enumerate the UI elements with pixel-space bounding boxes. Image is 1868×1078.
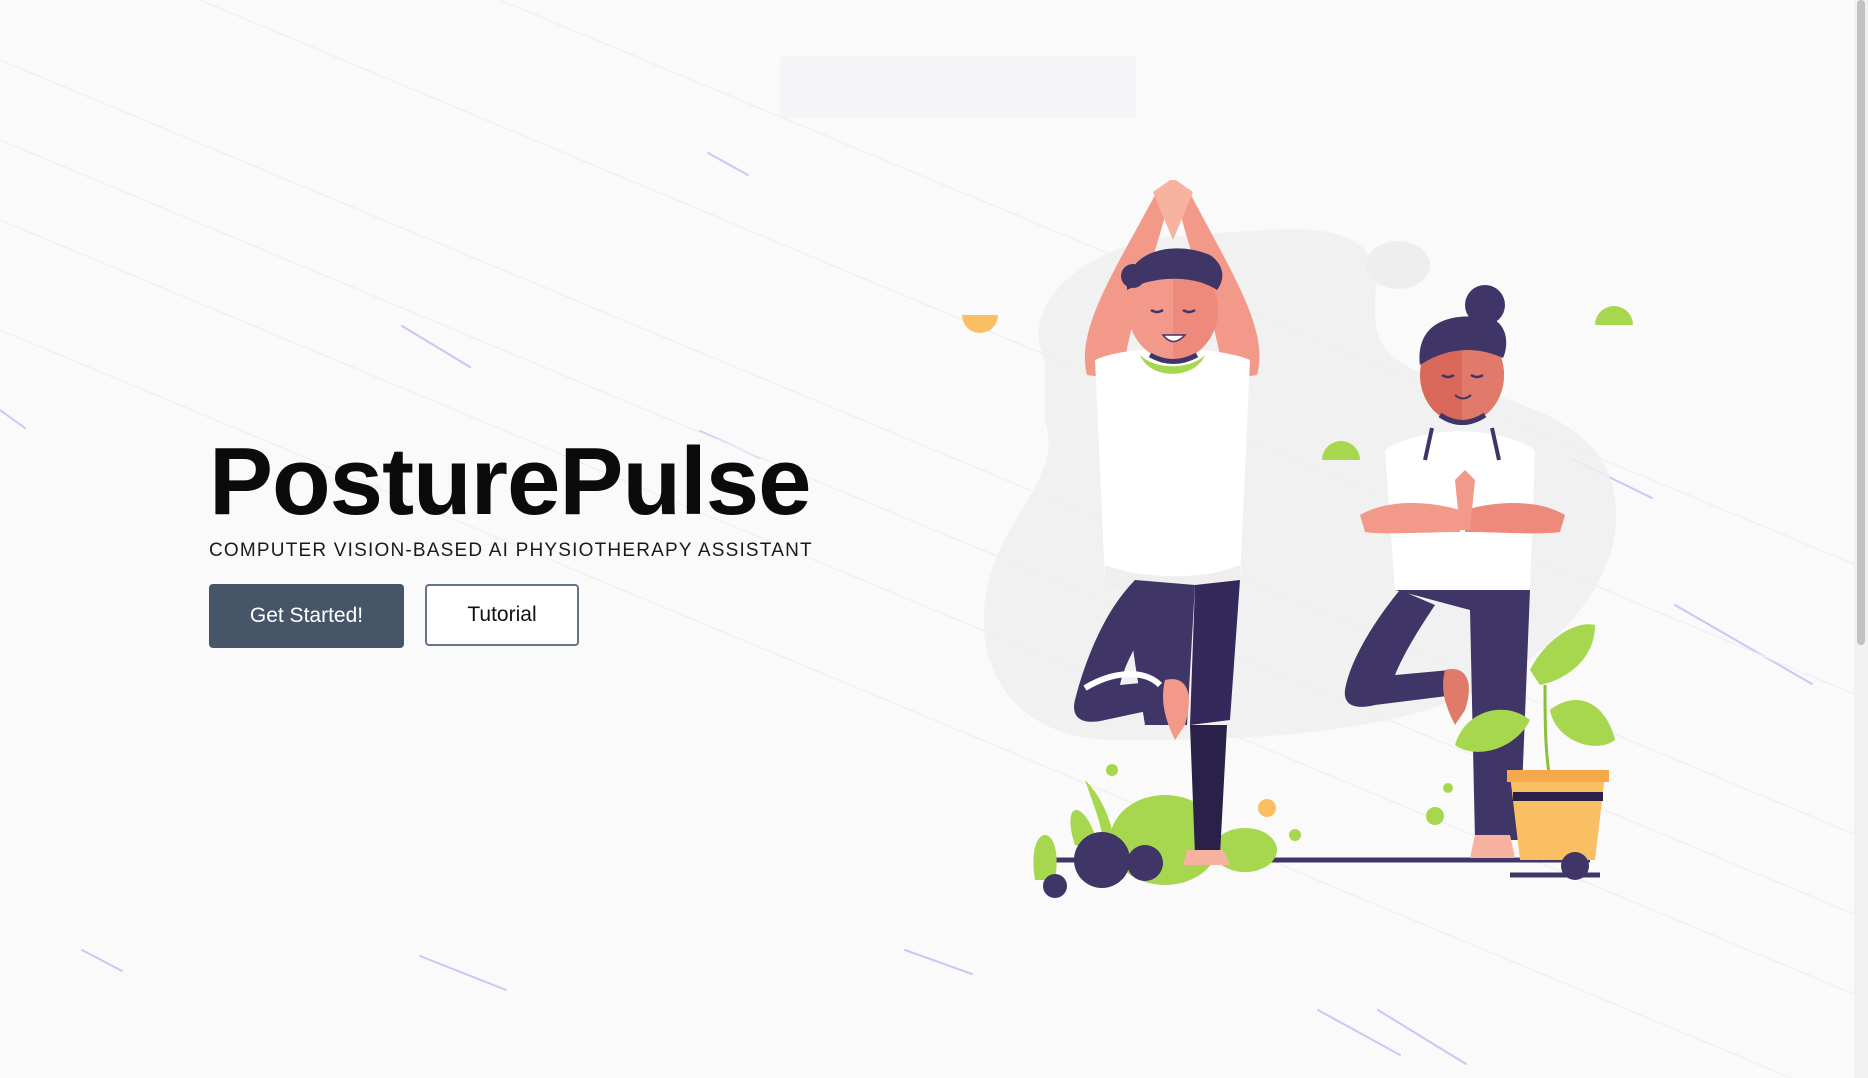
page-subtitle: COMPUTER VISION-BASED AI PHYSIOTHERAPY A… bbox=[209, 540, 813, 561]
hero-section: PosturePulse COMPUTER VISION-BASED AI PH… bbox=[209, 432, 909, 648]
scrollbar-thumb[interactable] bbox=[1857, 0, 1865, 645]
page-title: PosturePulse bbox=[209, 428, 812, 535]
header-ghost-bar bbox=[780, 56, 1136, 118]
hero-buttons: Get Started! Tutorial bbox=[209, 584, 909, 648]
tutorial-button[interactable]: Tutorial bbox=[425, 584, 579, 646]
landing-page: PosturePulse COMPUTER VISION-BASED AI PH… bbox=[0, 0, 1868, 1078]
page-scrollbar[interactable] bbox=[1854, 0, 1868, 1078]
get-started-button[interactable]: Get Started! bbox=[209, 584, 404, 648]
yoga-couple-illustration bbox=[962, 180, 1633, 898]
